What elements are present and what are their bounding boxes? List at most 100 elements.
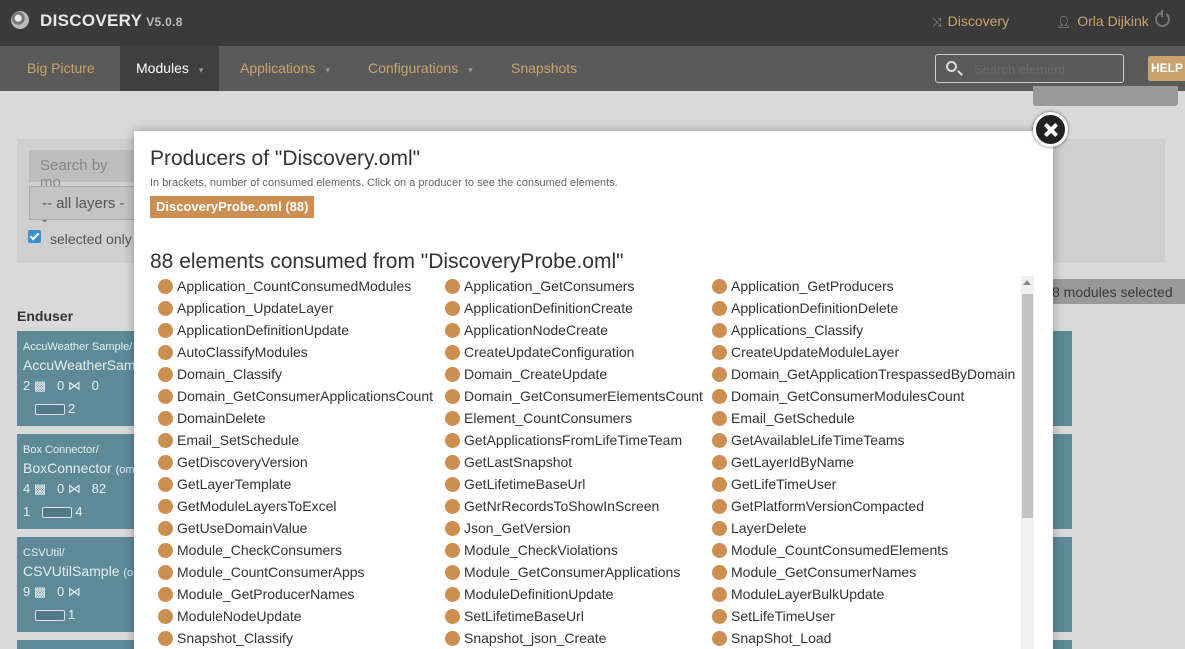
consumed-element-item[interactable]: ApplicationDefinitionCreate bbox=[443, 297, 703, 319]
nav-configurations[interactable]: Configurations ▾ bbox=[352, 46, 489, 91]
consumed-elements-list: Application_CountConsumedModules Applicat… bbox=[156, 275, 1026, 649]
logout-power-icon[interactable] bbox=[1155, 10, 1170, 27]
nav-snapshots[interactable]: Snapshots bbox=[495, 46, 593, 91]
consumed-element-item[interactable]: GetLayerTemplate bbox=[156, 473, 433, 495]
consumed-element-item[interactable]: Domain_GetConsumerApplicationsCount bbox=[156, 385, 433, 407]
consumed-element-item[interactable]: Module_CountConsumedElements bbox=[710, 539, 1015, 561]
consumed-element-item[interactable]: GetLifetimeBaseUrl bbox=[443, 473, 703, 495]
consumed-element-item[interactable]: Domain_GetConsumerModulesCount bbox=[710, 385, 1015, 407]
module-search-input[interactable]: Search by mo bbox=[29, 150, 139, 191]
consumed-element-item[interactable]: ApplicationNodeCreate bbox=[443, 319, 703, 341]
consumed-element-item[interactable]: GetLifeTimeUser bbox=[710, 473, 1015, 495]
consumed-element-item[interactable]: Element_CountConsumers bbox=[443, 407, 703, 429]
module-card-edge bbox=[1052, 537, 1072, 632]
consumed-element-label: Snapshot_json_Create bbox=[464, 630, 607, 646]
consumed-element-item[interactable]: CreateUpdateModuleLayer bbox=[710, 341, 1015, 363]
consumed-element-item[interactable]: GetDiscoveryVersion bbox=[156, 451, 433, 473]
module-card[interactable]: Box Connector/ BoxConnector (om 4 ▩ 0 ⋈ … bbox=[17, 434, 135, 529]
consumed-element-item[interactable]: Module_CountConsumerApps bbox=[156, 561, 433, 583]
consumed-element-item[interactable]: Applications_Classify bbox=[710, 319, 1015, 341]
consumed-element-item[interactable]: Email_GetSchedule bbox=[710, 407, 1015, 429]
violations-report-button[interactable] bbox=[1033, 86, 1178, 106]
consumed-element-item[interactable]: GetModuleLayersToExcel bbox=[156, 495, 433, 517]
help-button[interactable]: HELP bbox=[1148, 56, 1185, 81]
element-dot-icon bbox=[158, 301, 173, 316]
nav-modules[interactable]: Modules ▾ bbox=[120, 46, 220, 91]
consumed-element-item[interactable]: ModuleLayerBulkUpdate bbox=[710, 583, 1015, 605]
consumed-element-item[interactable]: Application_GetConsumers bbox=[443, 275, 703, 297]
consumed-element-item[interactable]: DomainDelete bbox=[156, 407, 433, 429]
consumed-element-item[interactable]: Application_GetProducers bbox=[710, 275, 1015, 297]
selected-only-checkbox[interactable] bbox=[28, 230, 41, 243]
element-dot-icon bbox=[158, 587, 173, 602]
consumed-element-item[interactable]: Module_GetProducerNames bbox=[156, 583, 433, 605]
consumed-element-item[interactable]: Snapshot_json_Create bbox=[443, 627, 703, 649]
element-dot-icon bbox=[712, 477, 727, 492]
consumed-element-item[interactable]: GetLayerIdByName bbox=[710, 451, 1015, 473]
consumed-element-label: Domain_GetConsumerElementsCount bbox=[464, 388, 703, 404]
consumed-element-item[interactable]: GetLastSnapshot bbox=[443, 451, 703, 473]
element-dot-icon bbox=[158, 411, 173, 426]
consumed-element-item[interactable]: CreateUpdateConfiguration bbox=[443, 341, 703, 363]
app-version: V5.0.8 bbox=[146, 15, 183, 29]
consumed-element-item[interactable]: Email_SetSchedule bbox=[156, 429, 433, 451]
top-bar: DISCOVERY V5.0.8 ⤨ Discovery 👤︎ Orla Dijkin… bbox=[0, 0, 1185, 46]
module-card[interactable] bbox=[17, 640, 135, 649]
consumed-element-item[interactable]: Module_GetConsumerApplications bbox=[443, 561, 703, 583]
element-dot-icon bbox=[445, 609, 460, 624]
caret-down-icon: ▾ bbox=[468, 65, 473, 75]
module-card[interactable]: CSVUtil/ CSVUtilSample (o 9 ▩ 0 ⋈ 1 bbox=[17, 537, 135, 632]
consumed-element-item[interactable]: SnapShot_Load bbox=[710, 627, 1015, 649]
nav-big-picture[interactable]: Big Picture bbox=[11, 46, 111, 91]
global-search-input[interactable] bbox=[974, 59, 1114, 79]
discovery-link[interactable]: ⤨ Discovery bbox=[932, 13, 1009, 30]
consumed-element-item[interactable]: Snapshot_Classify bbox=[156, 627, 433, 649]
consumed-element-item[interactable]: ModuleDefinitionUpdate bbox=[443, 583, 703, 605]
consumed-element-item[interactable]: Domain_CreateUpdate bbox=[443, 363, 703, 385]
consumed-element-item[interactable]: SetLifetimeBaseUrl bbox=[443, 605, 703, 627]
consumed-element-item[interactable]: GetNrRecordsToShowInScreen bbox=[443, 495, 703, 517]
scroll-up-arrow-icon[interactable] bbox=[1023, 280, 1031, 285]
consumed-element-label: GetUseDomainValue bbox=[177, 520, 308, 536]
consumed-element-item[interactable]: Module_GetConsumerNames bbox=[710, 561, 1015, 583]
modal-title: Producers of "Discovery.oml" bbox=[150, 147, 421, 170]
consumed-element-item[interactable]: Application_UpdateLayer bbox=[156, 297, 433, 319]
nav-applications[interactable]: Applications ▾ bbox=[224, 46, 346, 91]
layers-select[interactable]: -- all layers -- bbox=[29, 186, 139, 229]
consumed-element-item[interactable]: ApplicationDefinitionDelete bbox=[710, 297, 1015, 319]
consumed-element-item[interactable]: Application_CountConsumedModules bbox=[156, 275, 433, 297]
module-box-icon bbox=[42, 507, 73, 519]
list-scrollbar[interactable] bbox=[1021, 276, 1034, 649]
consumed-element-item[interactable]: GetUseDomainValue bbox=[156, 517, 433, 539]
consumed-element-label: GetLifeTimeUser bbox=[731, 476, 837, 492]
shuffle-icon: ⤨ bbox=[932, 15, 942, 29]
consumed-element-item[interactable]: Domain_GetApplicationTrespassedByDomain bbox=[710, 363, 1015, 385]
consumed-element-item[interactable]: LayerDelete bbox=[710, 517, 1015, 539]
consumed-element-item[interactable]: Module_CheckConsumers bbox=[156, 539, 433, 561]
consumed-element-item[interactable]: Module_CheckViolations bbox=[443, 539, 703, 561]
element-dot-icon bbox=[712, 279, 727, 294]
close-modal-icon[interactable] bbox=[1033, 112, 1068, 147]
element-dot-icon bbox=[445, 367, 460, 382]
consumed-element-label: ModuleLayerBulkUpdate bbox=[731, 586, 885, 602]
scroll-thumb[interactable] bbox=[1022, 294, 1033, 518]
consumed-element-label: ModuleDefinitionUpdate bbox=[464, 586, 614, 602]
element-dot-icon bbox=[158, 433, 173, 448]
consumed-element-item[interactable]: GetApplicationsFromLifeTimeTeam bbox=[443, 429, 703, 451]
user-menu[interactable]: 👤︎ Orla Dijkink bbox=[1056, 13, 1149, 29]
consumed-element-item[interactable]: GetPlatformVersionCompacted bbox=[710, 495, 1015, 517]
consumed-element-item[interactable]: SetLifeTimeUser bbox=[710, 605, 1015, 627]
consumed-element-item[interactable]: GetAvailableLifeTimeTeams bbox=[710, 429, 1015, 451]
consumed-element-item[interactable]: ModuleNodeUpdate bbox=[156, 605, 433, 627]
module-card[interactable]: AccuWeather Sample/ AccuWeatherSam 2 ▩ 0… bbox=[17, 331, 136, 426]
producer-button[interactable]: DiscoveryProbe.oml (88) bbox=[150, 196, 315, 218]
element-dot-icon bbox=[158, 477, 173, 492]
consumed-element-item[interactable]: AutoClassifyModules bbox=[156, 341, 433, 363]
consumed-element-item[interactable]: Domain_Classify bbox=[156, 363, 433, 385]
consumed-element-item[interactable]: ApplicationDefinitionUpdate bbox=[156, 319, 433, 341]
card-name: BoxConnector (om bbox=[23, 460, 135, 476]
consumed-element-item[interactable]: Domain_GetConsumerElementsCount bbox=[443, 385, 703, 407]
element-dot-icon bbox=[158, 609, 173, 624]
element-dot-icon bbox=[445, 323, 460, 338]
consumed-element-item[interactable]: Json_GetVersion bbox=[443, 517, 703, 539]
